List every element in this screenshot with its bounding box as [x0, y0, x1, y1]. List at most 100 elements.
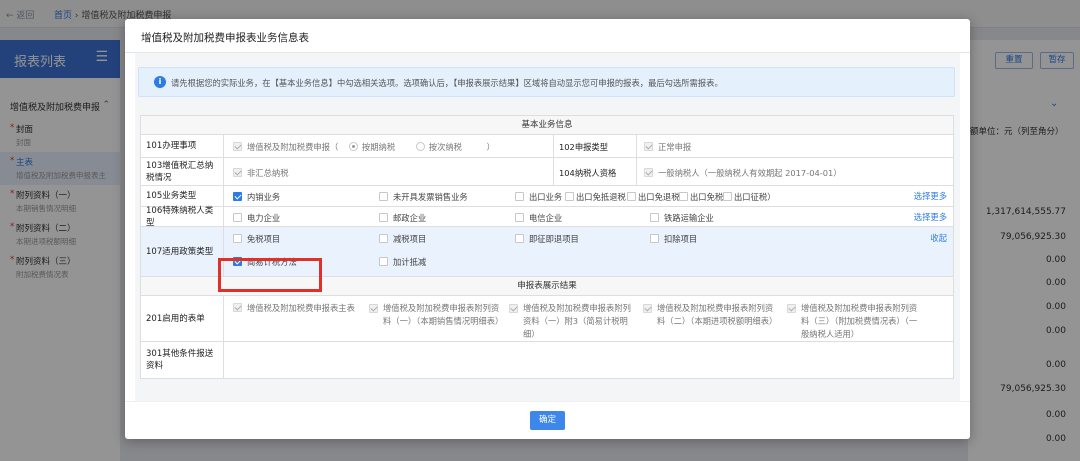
- value-text: 非汇总纳税: [247, 168, 289, 178]
- option-label: 内销业务: [247, 192, 281, 202]
- row-103: 103增值税汇总纳税情况 非汇总纳税 104纳税人资格 一般纳税人（一般纳税人有…: [141, 158, 953, 186]
- checkbox: [233, 192, 242, 201]
- option-label: 邮政企业: [393, 213, 427, 223]
- form-appendix-3[interactable]: 增值税及附加税费申报表附列资料（三）（附加税费情况表）（一般纳税人适用）: [787, 302, 921, 341]
- radio-periodic[interactable]: 按期纳税: [348, 142, 396, 152]
- checkbox[interactable]: [644, 168, 653, 177]
- confirm-button[interactable]: 确定: [530, 411, 565, 430]
- checkbox: [509, 304, 518, 313]
- radio-per-time[interactable]: 按次纳税: [415, 142, 462, 152]
- option-telecom-enterprise[interactable]: 电信企业: [515, 212, 562, 224]
- option-export[interactable]: 出口业务（: [515, 191, 571, 203]
- row-label: 301其他条件报送资料: [141, 342, 224, 378]
- radio-icon: [348, 142, 358, 151]
- option-postal-enterprise[interactable]: 邮政企业: [379, 212, 426, 224]
- option-railway-enterprise[interactable]: 铁路运输企业: [650, 212, 714, 224]
- checkbox: [515, 213, 524, 222]
- row-103-value: 非汇总纳税: [233, 167, 289, 179]
- option-label: 出口征税）: [734, 192, 776, 202]
- checkbox: [379, 257, 388, 266]
- info-icon: i: [154, 76, 166, 88]
- checkbox[interactable]: [233, 168, 242, 177]
- option-label: 出口免退税: [638, 192, 680, 202]
- checkbox: [787, 304, 796, 313]
- checkbox: [379, 234, 388, 243]
- option-export-exempt[interactable]: 出口免税: [679, 191, 723, 203]
- option-tax-reduction[interactable]: 减税项目: [379, 233, 426, 245]
- divider: [553, 135, 554, 157]
- checkbox: [679, 192, 688, 201]
- option-label: 即征即退项目: [529, 234, 579, 244]
- form-label: 增值税及附加税费申报表附列资料（一）（本期销售情况明细表）: [383, 303, 504, 326]
- checkbox: [515, 234, 524, 243]
- form-label: 增值税及附加税费申报表附列资料（一）附3（简易计税明细）: [523, 303, 631, 339]
- value-text: 正常申报: [658, 142, 692, 152]
- row-102-value: 正常申报: [644, 141, 691, 153]
- option-label: 免税项目: [247, 234, 281, 244]
- option-deduction[interactable]: 扣除项目: [650, 233, 697, 245]
- select-more-link[interactable]: 选择更多: [914, 190, 947, 202]
- value-prefix: 增值税及附加税费申报（: [247, 142, 339, 152]
- option-label: 减税项目: [393, 234, 427, 244]
- row-label: 103增值税汇总纳税情况: [141, 158, 224, 185]
- row-label: 201启用的表单: [141, 296, 224, 341]
- radio-label: 按次纳税: [428, 142, 462, 152]
- option-label: 扣除项目: [664, 234, 698, 244]
- form-appendix-1-attach-3[interactable]: 增值税及附加税费申报表附列资料（一）附3（简易计税明细）: [509, 302, 633, 341]
- option-export-refund[interactable]: 出口免抵退税: [565, 191, 626, 203]
- checkbox: [379, 213, 388, 222]
- divider: [636, 135, 637, 157]
- checkbox[interactable]: [233, 142, 242, 151]
- row-105: 105业务类型 内销业务 未开具发票销售业务 出口业务（ 出口免抵退税 出口免退…: [141, 186, 953, 207]
- checkbox: [643, 304, 652, 313]
- form-appendix-2[interactable]: 增值税及附加税费申报表附列资料（二）（本期进项税额明细表）: [643, 302, 779, 328]
- checkbox: [627, 192, 636, 201]
- option-tax-exempt[interactable]: 免税项目: [233, 233, 280, 245]
- option-label: 出口免税: [690, 192, 724, 202]
- option-no-invoice-sales[interactable]: 未开具发票销售业务: [379, 191, 468, 203]
- radio-label: 按期纳税: [361, 142, 396, 152]
- checkbox: [379, 192, 388, 201]
- option-power-enterprise[interactable]: 电力企业: [233, 212, 280, 224]
- form-label: 增值税及附加税费申报表附列资料（三）（附加税费情况表）（一般纳税人适用）: [801, 303, 918, 339]
- radio-icon: [415, 142, 425, 151]
- highlight-annotation-box: [218, 258, 322, 292]
- checkbox: [233, 213, 242, 222]
- row-106: 106特殊纳税人类型 电力企业 邮政企业 电信企业 铁路运输企业 选择更多: [141, 206, 953, 228]
- option-export-refund-only[interactable]: 出口免退税: [627, 191, 680, 203]
- row-104-value: 一般纳税人（一般纳税人有效期起 2017-04-01）: [644, 167, 842, 179]
- checkbox[interactable]: [644, 142, 653, 151]
- form-appendix-1[interactable]: 增值税及附加税费申报表附列资料（一）（本期销售情况明细表）: [369, 302, 504, 328]
- option-immediate-refund[interactable]: 即征即退项目: [515, 233, 579, 245]
- row-label: 102申报类型: [559, 142, 609, 152]
- row-label: 106特殊纳税人类型: [141, 206, 224, 228]
- modal-body: i 请先根据您的实际业务，在【基本业务信息】中勾选相关选项。选项确认后，【申报表…: [135, 53, 960, 401]
- select-more-link[interactable]: 选择更多: [914, 211, 947, 223]
- checkbox: [515, 192, 524, 201]
- row-101-value: 增值税及附加税费申报（ 按期纳税 按次纳税 ）: [233, 141, 495, 153]
- checkbox: [723, 192, 732, 201]
- divider: [636, 158, 637, 185]
- checkbox: [233, 303, 242, 312]
- option-additional-deduction[interactable]: 加计抵减: [379, 256, 426, 268]
- option-export-taxed[interactable]: 出口征税）: [723, 191, 776, 203]
- form-main-table[interactable]: 增值税及附加税费申报表主表: [233, 302, 355, 314]
- row-label: 101办理事项: [141, 135, 224, 157]
- option-label: 电信企业: [529, 213, 563, 223]
- option-label: 出口免抵退税: [576, 192, 626, 202]
- collapse-link[interactable]: 收起: [930, 232, 947, 244]
- form-label: 增值税及附加税费申报表附列资料（二）（本期进项税额明细表）: [657, 303, 778, 326]
- info-notice: i 请先根据您的实际业务，在【基本业务信息】中勾选相关选项。选项确认后，【申报表…: [138, 67, 955, 97]
- row-label: 105业务类型: [141, 186, 224, 206]
- row-101: 101办理事项 增值税及附加税费申报（ 按期纳税 按次纳税 ） 102申报类型 …: [141, 135, 953, 158]
- form-label: 增值税及附加税费申报表主表: [247, 303, 355, 313]
- modal-title: 增值税及附加税费申报表业务信息表: [125, 19, 970, 53]
- modal-footer: 确定: [125, 401, 970, 439]
- value-text: 一般纳税人（一般纳税人有效期起 2017-04-01）: [658, 168, 842, 178]
- row-label: 107适用政策类型: [141, 227, 224, 276]
- option-domestic-sales[interactable]: 内销业务: [233, 191, 280, 203]
- row-301: 301其他条件报送资料: [141, 342, 953, 378]
- section-basic-info: 基本业务信息: [141, 116, 953, 135]
- checkbox: [369, 304, 378, 313]
- row-label: 104纳税人资格: [559, 168, 617, 178]
